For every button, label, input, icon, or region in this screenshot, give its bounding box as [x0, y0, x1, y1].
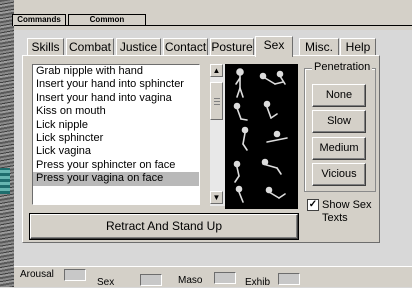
- exhib-gauge: [278, 273, 300, 285]
- sex-gauge: [140, 274, 162, 286]
- list-item[interactable]: Lick sphincter: [33, 132, 199, 145]
- penetration-none-button[interactable]: None: [312, 84, 366, 107]
- penetration-medium-button[interactable]: Medium: [312, 137, 366, 160]
- scroll-thumb[interactable]: [210, 82, 223, 120]
- penetration-vicious-button[interactable]: Vicious: [312, 163, 366, 186]
- list-item[interactable]: Insert your hand into sphincter: [33, 78, 199, 91]
- background-teal-patch: [0, 168, 10, 194]
- tab-sex[interactable]: Sex: [255, 36, 293, 57]
- list-item[interactable]: Kiss on mouth: [33, 105, 199, 118]
- show-sex-texts-checkbox[interactable]: ✓: [307, 199, 319, 211]
- list-item[interactable]: Insert your hand into vagina: [33, 92, 199, 105]
- arousal-label: Arousal: [20, 269, 54, 280]
- list-item[interactable]: Press your sphincter on face: [33, 159, 199, 172]
- maso-label: Maso: [178, 275, 203, 286]
- list-item[interactable]: Grab nipple with hand: [33, 65, 199, 78]
- pose-thumbnails[interactable]: [225, 64, 298, 209]
- list-item[interactable]: Lick vagina: [33, 145, 199, 158]
- penetration-title: Penetration: [312, 61, 373, 73]
- background-texture: [0, 0, 14, 287]
- pose-figures: [233, 68, 288, 203]
- list-item[interactable]: Lick nipple: [33, 119, 199, 132]
- retract-and-stand-up-button[interactable]: Retract And Stand Up: [29, 213, 299, 240]
- list-item-selected[interactable]: Press your vagina on face: [33, 172, 199, 186]
- sex-action-list[interactable]: Grab nipple with hand Insert your hand i…: [32, 64, 200, 205]
- penetration-slow-button[interactable]: Slow: [312, 110, 366, 133]
- maso-gauge: [214, 272, 236, 284]
- show-sex-texts-label: Show Sex Texts: [322, 199, 372, 224]
- scroll-up-icon[interactable]: ▲: [210, 64, 223, 77]
- arousal-gauge: [64, 269, 86, 281]
- pose-scrollbar[interactable]: ▲ ▼: [210, 64, 225, 206]
- top-divider: [14, 25, 412, 26]
- scroll-down-icon[interactable]: ▼: [210, 191, 223, 204]
